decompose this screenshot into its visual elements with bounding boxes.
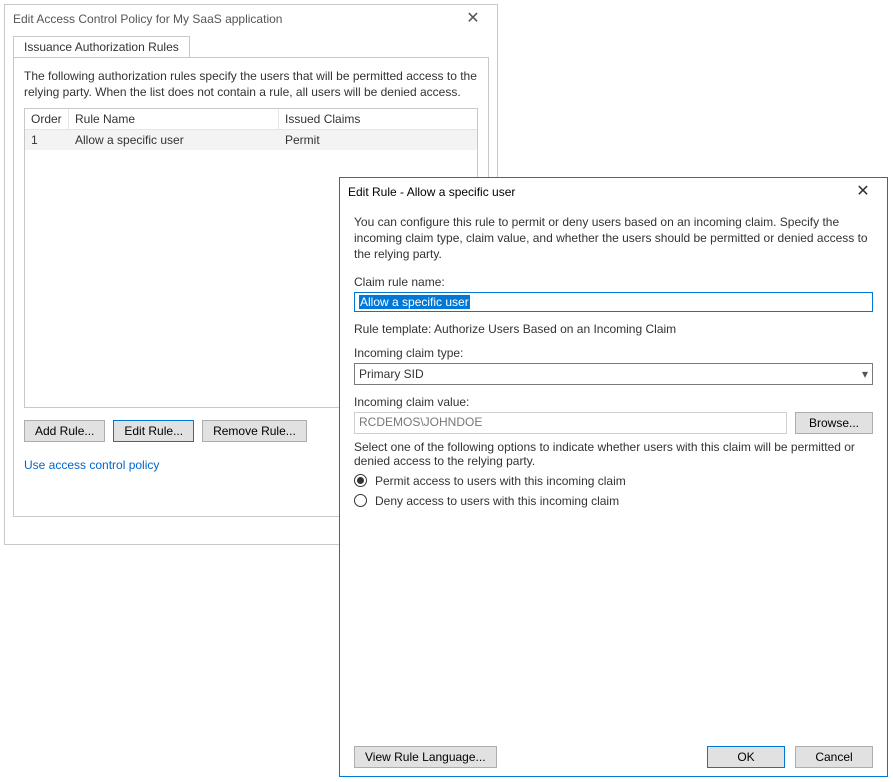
intro-text: The following authorization rules specif…: [24, 68, 478, 100]
tab-strip: Issuance Authorization Rules: [13, 35, 489, 57]
browse-button[interactable]: Browse...: [795, 412, 873, 434]
permit-deny-hint: Select one of the following options to i…: [354, 440, 873, 468]
edit-rule-footer: View Rule Language... OK Cancel: [354, 746, 873, 768]
radio-permit[interactable]: Permit access to users with this incomin…: [354, 474, 873, 488]
policy-dialog-titlebar: Edit Access Control Policy for My SaaS a…: [5, 5, 497, 33]
radio-deny[interactable]: Deny access to users with this incoming …: [354, 494, 873, 508]
edit-rule-description: You can configure this rule to permit or…: [354, 214, 873, 263]
ok-button[interactable]: OK: [707, 746, 785, 768]
rules-table-header: Order Rule Name Issued Claims: [25, 109, 477, 130]
edit-rule-dialog: Edit Rule - Allow a specific user ✕ You …: [339, 177, 888, 777]
rule-template-label: Rule template: Authorize Users Based on …: [354, 322, 873, 336]
incoming-claim-type-label: Incoming claim type:: [354, 346, 873, 360]
edit-rule-body: You can configure this rule to permit or…: [340, 206, 887, 508]
add-rule-button[interactable]: Add Rule...: [24, 420, 105, 442]
col-rule-name[interactable]: Rule Name: [69, 109, 279, 129]
radio-dot-icon: [354, 494, 367, 507]
close-icon[interactable]: ✕: [843, 180, 883, 204]
use-access-control-policy-link[interactable]: Use access control policy: [24, 458, 159, 472]
claim-rule-name-input[interactable]: Allow a specific user: [354, 292, 873, 312]
edit-rule-button[interactable]: Edit Rule...: [113, 420, 194, 442]
radio-permit-label: Permit access to users with this incomin…: [375, 474, 626, 488]
claim-rule-name-label: Claim rule name:: [354, 275, 873, 289]
tab-issuance-auth-rules[interactable]: Issuance Authorization Rules: [13, 36, 190, 58]
rules-table-body: 1 Allow a specific user Permit: [25, 130, 477, 150]
close-icon[interactable]: ✕: [453, 7, 493, 31]
cell-order: 1: [25, 130, 69, 150]
col-order[interactable]: Order: [25, 109, 69, 129]
radio-deny-label: Deny access to users with this incoming …: [375, 494, 619, 508]
incoming-claim-value-row: RCDEMOS\JOHNDOE Browse...: [354, 412, 873, 434]
incoming-claim-type-combobox[interactable]: Primary SID ▾: [354, 363, 873, 385]
incoming-claim-value-label: Incoming claim value:: [354, 395, 873, 409]
claim-rule-name-value: Allow a specific user: [359, 295, 470, 309]
policy-dialog-title: Edit Access Control Policy for My SaaS a…: [13, 12, 453, 26]
incoming-claim-type-value: Primary SID: [359, 367, 424, 381]
edit-rule-titlebar: Edit Rule - Allow a specific user ✕: [340, 178, 887, 206]
radio-dot-icon: [354, 474, 367, 487]
cell-name: Allow a specific user: [69, 130, 279, 150]
edit-rule-title: Edit Rule - Allow a specific user: [348, 185, 843, 199]
incoming-claim-value-input[interactable]: RCDEMOS\JOHNDOE: [354, 412, 787, 434]
cancel-button[interactable]: Cancel: [795, 746, 873, 768]
table-row[interactable]: 1 Allow a specific user Permit: [25, 130, 477, 150]
remove-rule-button[interactable]: Remove Rule...: [202, 420, 307, 442]
chevron-down-icon: ▾: [862, 367, 868, 381]
col-issued-claims[interactable]: Issued Claims: [279, 109, 477, 129]
cell-claims: Permit: [279, 130, 477, 150]
view-rule-language-button[interactable]: View Rule Language...: [354, 746, 497, 768]
